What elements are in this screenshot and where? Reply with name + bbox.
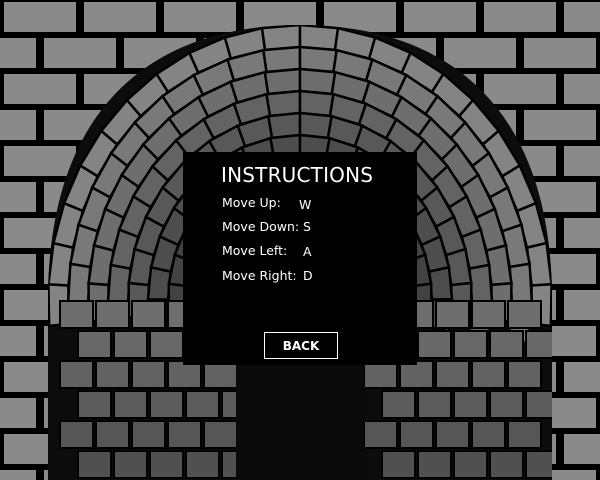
passage-brick	[453, 450, 488, 479]
passage-brick	[203, 420, 238, 449]
passage-brick	[77, 390, 112, 419]
passage-brick	[77, 450, 112, 479]
passage-brick	[381, 450, 416, 479]
arch-stone	[298, 111, 334, 140]
passage-brick	[417, 450, 452, 479]
move-right-label: Move Right:	[222, 268, 297, 283]
arch-stone	[298, 89, 335, 118]
passage-brick	[489, 390, 524, 419]
passage-brick	[435, 420, 470, 449]
passage-brick	[471, 360, 506, 389]
passage-brick	[489, 330, 524, 359]
passage-brick	[489, 450, 524, 479]
passage-brick	[453, 330, 488, 359]
passage-brick	[507, 360, 542, 389]
back-button[interactable]: BACK	[264, 332, 338, 359]
passage-brick	[185, 450, 220, 479]
arch-stone	[298, 25, 340, 52]
passage-brick	[185, 390, 220, 419]
passage-brick	[363, 360, 398, 389]
move-left-label: Move Left:	[222, 243, 288, 258]
passage-brick	[59, 360, 94, 389]
arch-stone	[508, 262, 534, 306]
move-up-label: Move Up:	[222, 195, 281, 210]
passage-brick	[381, 390, 416, 419]
instructions-title: INSTRUCTIONS	[221, 163, 374, 187]
passage-brick	[95, 300, 130, 329]
passage-brick	[95, 360, 130, 389]
passage-brick	[149, 390, 184, 419]
passage-brick	[471, 300, 506, 329]
arch-stone	[106, 263, 132, 303]
arch-stone	[265, 89, 302, 118]
passage-brick	[435, 300, 470, 329]
passage-brick	[507, 300, 542, 329]
passage-brick	[417, 330, 452, 359]
passage-brick	[203, 360, 238, 389]
passage-brick	[417, 390, 452, 419]
dark-passage	[236, 360, 364, 480]
passage-brick	[131, 360, 166, 389]
passage-brick	[399, 420, 434, 449]
arch-stone	[468, 263, 494, 303]
passage-brick	[507, 420, 542, 449]
move-left-key: A	[303, 244, 312, 259]
move-down-label: Move Down:	[222, 219, 300, 234]
move-down-key: S	[303, 219, 311, 234]
arch-stone	[261, 45, 302, 74]
arch-stone	[298, 67, 337, 96]
passage-brick	[131, 300, 166, 329]
move-up-key: W	[299, 197, 312, 212]
passage-brick	[167, 420, 202, 449]
passage-brick	[59, 300, 94, 329]
passage-brick	[399, 360, 434, 389]
passage-brick	[149, 330, 184, 359]
instructions-panel: INSTRUCTIONS Move Up: W Move Down: S Mov…	[183, 152, 417, 365]
passage-brick	[77, 330, 112, 359]
passage-brick	[167, 360, 202, 389]
passage-brick	[113, 390, 148, 419]
passage-brick	[113, 450, 148, 479]
passage-brick	[363, 420, 398, 449]
passage-brick	[59, 420, 94, 449]
arch-stone	[266, 111, 302, 140]
passage-brick	[453, 390, 488, 419]
passage-brick	[471, 420, 506, 449]
passage-brick	[131, 420, 166, 449]
arch-stone	[260, 25, 302, 52]
arch-stone	[263, 67, 302, 96]
passage-brick	[435, 360, 470, 389]
arch-stone	[66, 262, 92, 306]
passage-brick	[149, 450, 184, 479]
arch-stone	[298, 45, 339, 74]
move-right-key: D	[303, 268, 313, 283]
passage-brick	[95, 420, 130, 449]
arch-stone	[428, 265, 454, 301]
passage-brick	[113, 330, 148, 359]
